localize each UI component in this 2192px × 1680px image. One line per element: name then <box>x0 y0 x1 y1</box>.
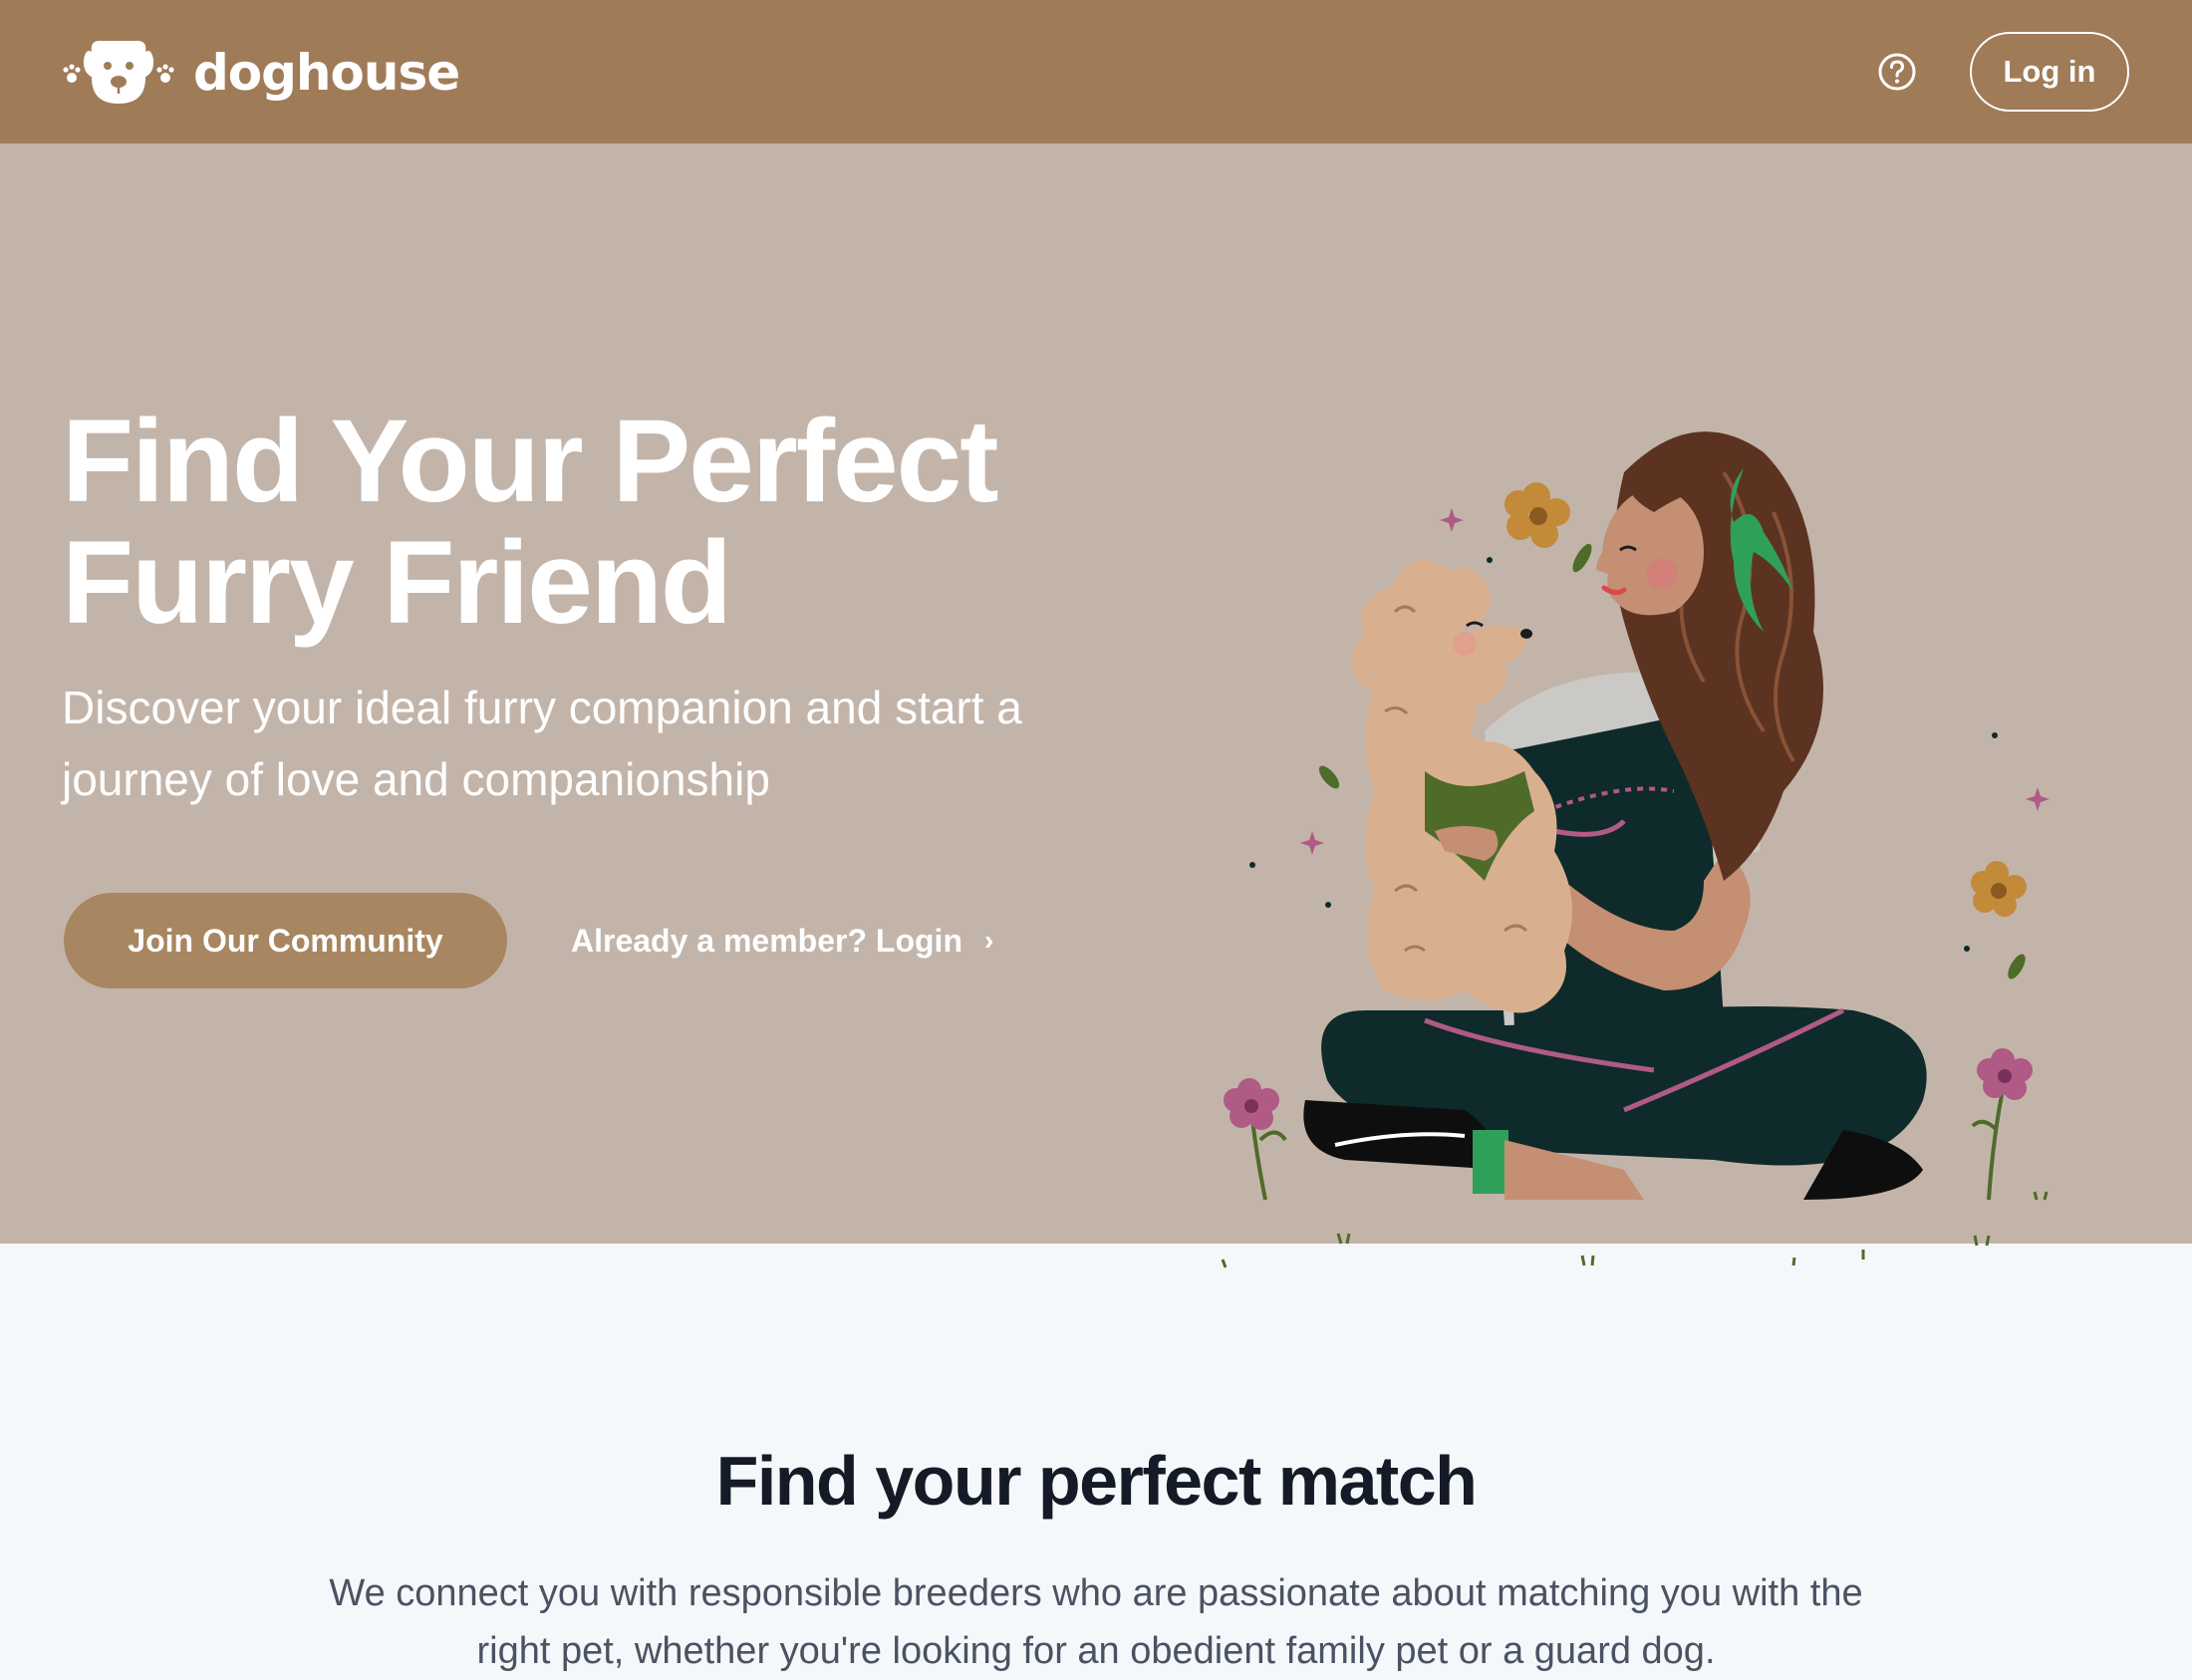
login-button[interactable]: Log in <box>1970 32 2129 112</box>
brand-name: doghouse <box>193 44 460 102</box>
hero-title: Find Your Perfect Furry Friend <box>62 396 999 649</box>
brand-logo[interactable]: doghouse <box>62 38 460 108</box>
hero-section: Find Your Perfect Furry Friend Discover … <box>0 143 2192 1268</box>
match-section-text: We connect you with responsible breeders… <box>329 1572 1863 1672</box>
match-section-title: Find your perfect match <box>715 1442 1478 1520</box>
member-login-label: Already a member? Login <box>571 922 962 959</box>
join-community-button[interactable]: Join Our Community <box>64 893 507 988</box>
woman-with-dog-illustration <box>1221 431 2050 1268</box>
dog-logo-icon <box>63 40 174 104</box>
poodle-dog <box>1351 560 1572 1013</box>
woman-legs <box>1303 1006 1927 1200</box>
hero-subtitle: Discover your ideal furry companion and … <box>62 682 1022 805</box>
member-login-link[interactable]: Already a member? Login › <box>571 913 993 969</box>
top-navigation-bar: doghouse Log in <box>0 0 2192 143</box>
help-button[interactable] <box>1877 52 1917 92</box>
chevron-right-icon: › <box>983 925 994 956</box>
question-circle-icon <box>1878 53 1916 91</box>
